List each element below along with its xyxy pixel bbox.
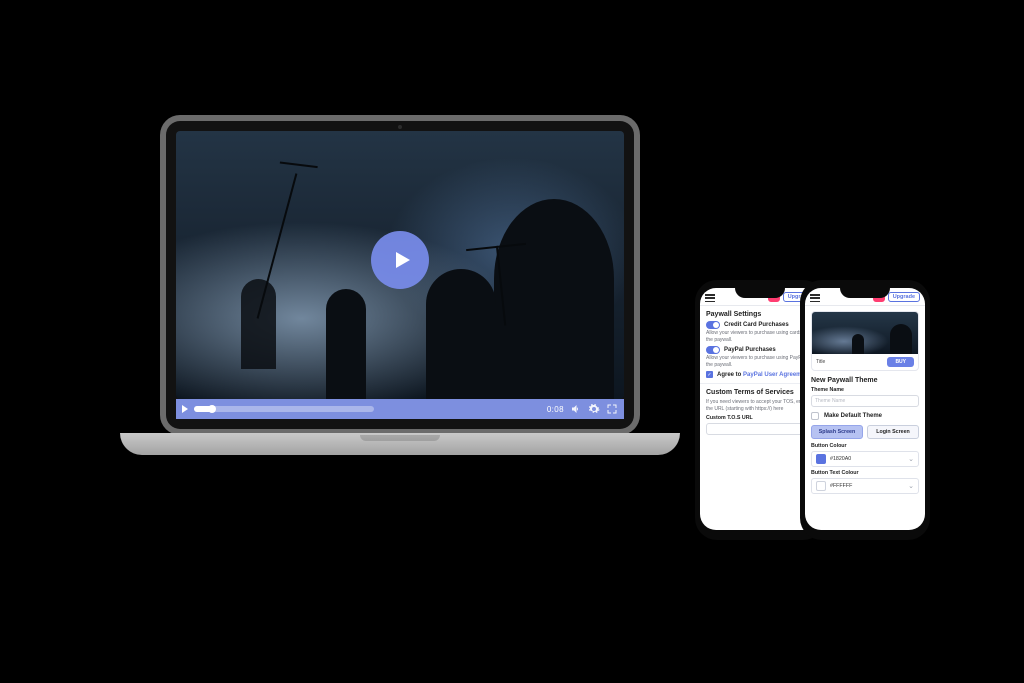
laptop-screen: 0:08 [166, 121, 634, 429]
section-title: New Paywall Theme [811, 377, 919, 384]
silhouette [241, 279, 276, 369]
preview-image [812, 312, 918, 354]
agree-checkbox[interactable]: ✓ [706, 371, 713, 378]
video-frame [176, 131, 624, 399]
play-icon [390, 248, 414, 272]
theme-name-label: Theme Name [811, 387, 919, 393]
laptop-mockup: 0:08 [120, 115, 680, 515]
tos-url-input[interactable] [706, 423, 814, 435]
credit-card-toggle[interactable] [706, 321, 720, 329]
default-theme-label: Make Default Theme [824, 413, 882, 419]
phone-notch [840, 288, 890, 298]
settings-icon[interactable] [588, 403, 600, 415]
silhouette [326, 289, 366, 399]
paypal-label: PayPal Purchases [724, 347, 776, 353]
button-colour-picker[interactable]: #1820A0 ⌄ [811, 451, 919, 467]
timecode: 0:08 [547, 405, 564, 414]
button-text-colour-picker[interactable]: #FFFFFF ⌄ [811, 478, 919, 494]
tab-login-screen[interactable]: Login Screen [867, 425, 919, 439]
laptop-bezel: 0:08 [160, 115, 640, 435]
seek-bar[interactable] [194, 406, 374, 412]
colour-swatch [816, 481, 826, 491]
agree-label: Agree to PayPal User Agreement [717, 372, 811, 378]
laptop-base [120, 433, 680, 455]
colour-swatch [816, 454, 826, 464]
tos-url-label: Custom T.O.S URL [706, 415, 814, 421]
chevron-down-icon: ⌄ [908, 455, 914, 463]
preview-buy-button[interactable]: BUY [887, 357, 914, 367]
chevron-down-icon: ⌄ [908, 482, 914, 490]
video-controls: 0:08 [176, 399, 624, 419]
volume-icon[interactable] [570, 403, 582, 415]
tos-description: If you need viewers to accept your TOS, … [706, 399, 814, 412]
tos-title: Custom Terms of Services [706, 389, 814, 396]
play-pause-button[interactable] [182, 405, 188, 413]
menu-icon[interactable] [810, 294, 820, 302]
tab-splash-screen[interactable]: Splash Screen [811, 425, 863, 439]
screen-tabs: Splash Screen Login Screen [811, 425, 919, 439]
credit-card-label: Credit Card Purchases [724, 322, 789, 328]
credit-card-description: Allow your viewers to purchase using car… [706, 330, 814, 343]
mic-stand [257, 173, 298, 318]
fullscreen-icon[interactable] [606, 403, 618, 415]
silhouette [494, 199, 614, 399]
play-button[interactable] [371, 231, 429, 289]
phone-mockup-theme: Upgrade Title BUY New Paywall Theme Them… [800, 280, 930, 540]
paypal-toggle[interactable] [706, 346, 720, 354]
button-colour-label: Button Colour [811, 443, 919, 449]
button-colour-value: #1820A0 [830, 456, 851, 462]
theme-name-input[interactable]: Theme Name [811, 395, 919, 407]
paypal-description: Allow your viewers to purchase using Pay… [706, 355, 814, 368]
preview-title: Title [816, 359, 825, 365]
button-text-colour-value: #FFFFFF [830, 483, 852, 489]
upgrade-button[interactable]: Upgrade [888, 292, 920, 302]
default-theme-checkbox[interactable] [811, 412, 819, 420]
section-title: Paywall Settings [706, 311, 814, 318]
phone-notch [735, 288, 785, 298]
webcam-dot [398, 125, 402, 129]
silhouette [426, 269, 496, 399]
button-text-colour-label: Button Text Colour [811, 470, 919, 476]
paywall-preview: Title BUY [811, 311, 919, 371]
seek-thumb[interactable] [208, 405, 216, 413]
menu-icon[interactable] [705, 294, 715, 302]
